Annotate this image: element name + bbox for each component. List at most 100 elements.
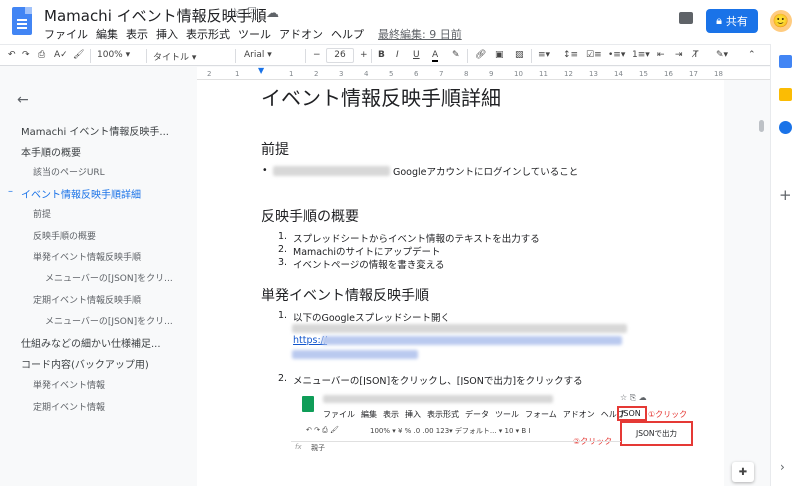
redacted-email [273,166,390,176]
zoom-select[interactable]: 100% ▾ [97,50,130,60]
sheet-toolbar: ↶ ↷ ⎙ 🖌︎ 100% ▾ ¥ % .0 .00 123▾ デフォルト...… [300,424,618,438]
line-spacing-icon[interactable]: ↕≡ [563,50,578,60]
list-number: 1. [278,231,288,242]
formatting-toolbar: ↶ ↷ ⎙ A✓ 🖌︎ 100% ▾ タイトル ▾ Arial ▾ − 26 +… [0,44,770,66]
menu-view[interactable]: 表示 [126,28,148,41]
tasks-icon[interactable] [779,121,792,134]
calendar-icon[interactable] [779,55,792,68]
sheet-toolbar-text: 100% ▾ ¥ % .0 .00 123▾ デフォルト... ▾ 10 ▾ B… [370,427,531,435]
menu-addons[interactable]: アドオン [279,28,323,41]
decrease-font-size-icon[interactable]: − [313,50,321,60]
close-outline-arrow-icon[interactable]: ← [17,92,29,108]
underline-button[interactable]: U [413,50,420,60]
explore-button[interactable]: ✚ [732,462,754,482]
menu-format[interactable]: 表示形式 [186,28,230,41]
indent-marker-icon[interactable]: ▼ [258,66,264,75]
increase-indent-icon[interactable]: ⇥ [675,50,683,60]
scrollbar-track[interactable] [755,80,767,486]
menu-help[interactable]: ヘルプ [331,28,364,41]
heading-single-event: 単発イベント情報反映手順 [261,288,429,304]
sheets-logo-icon [302,396,314,412]
editing-mode-icon[interactable]: ✎▾ [716,50,728,60]
paint-format-icon[interactable]: 🖌︎ [73,50,84,60]
bulleted-list-icon[interactable]: •≡▾ [608,50,625,60]
share-button[interactable]: 🔒︎ 共有 [706,9,758,33]
italic-button[interactable]: I [396,50,399,60]
menu-file[interactable]: ファイル [44,28,88,41]
scrollbar-thumb[interactable] [759,120,764,132]
outline-item[interactable]: Mamachi イベント情報反映手... [21,123,169,138]
formula-bar: fx 親子 [291,441,621,454]
list-number: 1. [278,310,288,321]
outline-item[interactable]: メニューバーの[JSON]をクリ... [45,314,173,327]
decrease-indent-icon[interactable]: ⇤ [657,50,665,60]
menu-edit[interactable]: 編集 [96,28,118,41]
last-edit-link[interactable]: 最終編集: 9 日前 [378,28,462,41]
font-size-input[interactable]: 26 [326,48,354,63]
outline-item[interactable]: 単発イベント情報反映手順 [33,250,141,263]
outline-item[interactable]: 定期イベント情報 [33,400,105,413]
redo-icon[interactable]: ↷ [22,50,30,60]
menu-insert[interactable]: 挿入 [156,28,178,41]
list-item: イベントページの情報を書き変える [293,260,445,271]
align-icon[interactable]: ≡▾ [538,50,550,60]
click-annotation-1: ①クリック [648,410,688,419]
ruler[interactable]: 2 1 1 2 3 4 5 6 7 8 9 10 11 12 13 14 15 … [197,67,770,80]
step-1-text: 以下のGoogleスプレッドシート開く [293,313,451,324]
move-folder-icon[interactable]: ⎘ [248,6,258,21]
outline-item[interactable]: 仕組みなどの細かい仕様補足... [21,335,161,350]
chevron-right-icon[interactable]: › [780,460,785,474]
side-panel [770,44,800,486]
bold-button[interactable]: B [378,50,385,60]
outline-item[interactable]: 本手順の概要 [21,144,81,159]
outline-item[interactable]: 前提 [33,207,51,220]
increase-font-size-icon[interactable]: + [360,50,368,60]
heading-1: イベント情報反映手順詳細 [261,86,501,110]
premise-text: Googleアカウントにログインしていること [393,167,579,178]
outline-item[interactable]: メニューバーの[JSON]をクリ... [45,271,173,284]
checklist-icon[interactable]: ☑≡ [586,50,602,60]
sheet-toolbar-icons: ↶ ↷ ⎙ 🖌︎ [306,426,339,434]
link-icon[interactable]: 🔗︎ [475,50,486,60]
heading-premise: 前提 [261,142,289,158]
outline-item[interactable]: 定期イベント情報反映手順 [33,293,141,306]
list-number: 2. [278,373,288,384]
collapse-toolbar-icon[interactable]: ⌃ [748,50,756,60]
avatar[interactable]: 🙂 [770,10,792,32]
redacted-text [292,324,627,333]
lock-icon: 🔒︎ [716,14,722,27]
comment-icon[interactable]: ▣ [495,50,504,60]
outline-item[interactable]: 該当のページURL [33,165,105,178]
print-icon[interactable]: ⎙ [38,50,45,60]
outline-active-marker: – [8,186,13,197]
list-item: スプレッドシートからイベント情報のテキストを出力する [293,234,540,245]
keep-icon[interactable] [779,88,792,101]
star-icon[interactable]: ☆ [229,6,241,21]
cloud-status-icon[interactable]: ☁ [266,6,279,21]
spellcheck-icon[interactable]: A✓ [54,50,68,60]
sheet-star-icon: ☆ ⎘ ☁ [620,393,647,402]
bullet-dot: • [262,165,268,176]
text-color-button[interactable]: A [432,50,439,62]
menu-tools[interactable]: ツール [238,28,271,41]
highlight-icon[interactable]: ✎ [452,50,460,60]
redacted-link [322,336,622,345]
docs-logo-icon[interactable] [12,7,32,35]
clear-formatting-icon[interactable]: T̸ [693,50,699,60]
heading-overview: 反映手順の概要 [261,209,359,225]
menu-bar: ファイル 編集 表示 挿入 表示形式 ツール アドオン ヘルプ 最終編集: 9 日前 [44,26,470,42]
numbered-list-icon[interactable]: 1≡▾ [632,50,650,60]
add-ons-plus-icon[interactable]: + [779,186,792,204]
image-icon[interactable]: ▨ [515,50,524,60]
list-item: Mamachiのサイトにアップデート [293,247,441,258]
style-select[interactable]: タイトル ▾ [153,50,196,63]
undo-icon[interactable]: ↶ [8,50,16,60]
comment-history-icon[interactable] [679,12,693,24]
share-label: 共有 [725,15,748,28]
outline-item[interactable]: コード内容(バックアップ用) [21,356,149,371]
formula-value: 親子 [311,444,325,452]
outline-item[interactable]: 単発イベント情報 [33,378,105,391]
outline-item-active[interactable]: イベント情報反映手順詳細 [21,186,141,201]
font-select[interactable]: Arial ▾ [244,50,272,60]
outline-item[interactable]: 反映手順の概要 [33,229,96,242]
